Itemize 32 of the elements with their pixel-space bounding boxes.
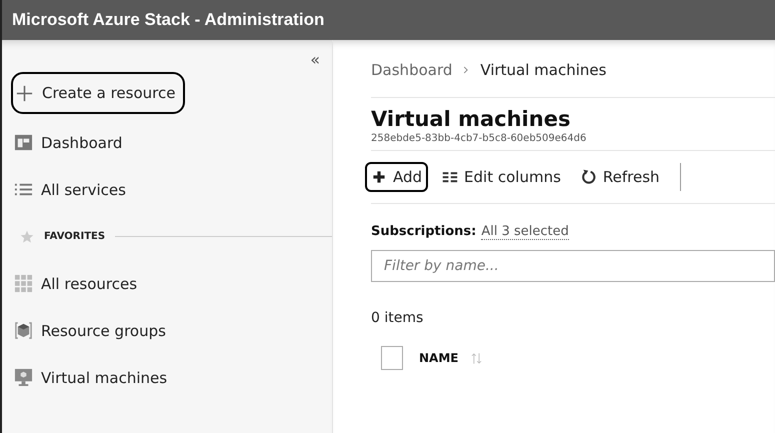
grid-icon: [14, 274, 33, 293]
toolbar-button[interactable]: Edit columns: [436, 162, 567, 192]
sort-icon: [470, 352, 484, 364]
select-all-checkbox[interactable]: [381, 346, 403, 370]
section-heading: FAVORITES: [44, 231, 106, 242]
filter-field[interactable]: Filter by name...: [371, 250, 775, 282]
page-title: Virtual machines: [371, 107, 572, 131]
sidebar-item[interactable]: Resource groups: [2, 307, 174, 354]
item-count: 0 items: [371, 310, 424, 326]
breadcrumb-link[interactable]: Virtual machines: [480, 60, 606, 78]
star-icon: [20, 230, 34, 244]
sidebar-item[interactable]: All services: [2, 166, 134, 213]
plus-icon: [371, 169, 387, 185]
subscriptions-label: Subscriptions:: [371, 224, 476, 240]
refresh-icon: [580, 169, 597, 185]
column-header[interactable]: NAME: [419, 351, 458, 365]
sidebar-item[interactable]: Dashboard: [2, 119, 130, 166]
window-title: Microsoft Azure Stack - Administration: [2, 0, 775, 40]
plus-icon: [15, 84, 34, 102]
columns-icon: [442, 169, 458, 185]
breadcrumb-link[interactable]: Dashboard: [371, 60, 452, 78]
monitor-icon: [14, 368, 33, 387]
dashboard-icon: [14, 133, 33, 152]
toolbar-button[interactable]: Refresh: [574, 162, 666, 192]
page-subtitle: 258ebde5-83bb-4cb7-b5c8-60eb509e64d6: [371, 133, 588, 144]
sidebar-item[interactable]: All resources: [2, 260, 146, 307]
collapse-button[interactable]: «: [306, 46, 324, 72]
subscriptions-link[interactable]: All 3 selected: [481, 224, 569, 240]
sidebar-item[interactable]: Virtual machines: [2, 354, 176, 401]
cube-icon: [14, 321, 33, 340]
sidebar-item[interactable]: Create a resource: [11, 72, 186, 114]
toolbar-button[interactable]: Add: [365, 162, 428, 192]
